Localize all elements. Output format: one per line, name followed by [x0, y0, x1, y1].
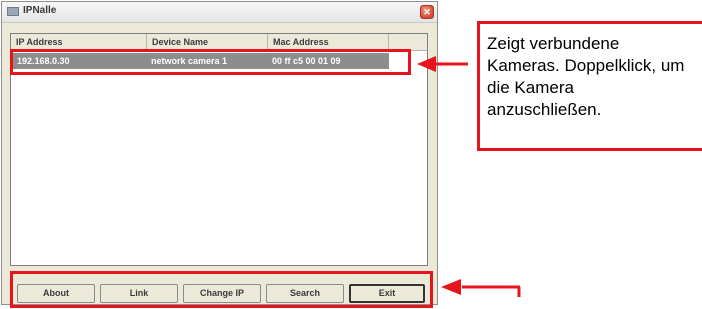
column-header-device-name[interactable]: Device Name [147, 34, 268, 50]
window-title: IPNalle [23, 5, 57, 16]
ip-finder-window: IPNalle ✕ IP Address Device Name Mac Add… [1, 1, 438, 305]
buttons-highlight [10, 271, 433, 308]
annotation-text: Zeigt verbundene Kameras. Doppelklick, u… [487, 34, 685, 119]
arrow-to-buttons [441, 279, 521, 297]
title-bar[interactable]: IPNalle ✕ [2, 2, 437, 23]
column-header-ip-address[interactable]: IP Address [11, 34, 147, 50]
column-header-mac-address[interactable]: Mac Address [268, 34, 389, 50]
device-row-highlight [10, 49, 411, 75]
close-icon[interactable]: ✕ [420, 5, 434, 19]
annotation-callout: Zeigt verbundene Kameras. Doppelklick, u… [477, 21, 702, 151]
app-icon [7, 7, 19, 16]
screenshot-canvas: IPNalle ✕ IP Address Device Name Mac Add… [0, 0, 702, 309]
